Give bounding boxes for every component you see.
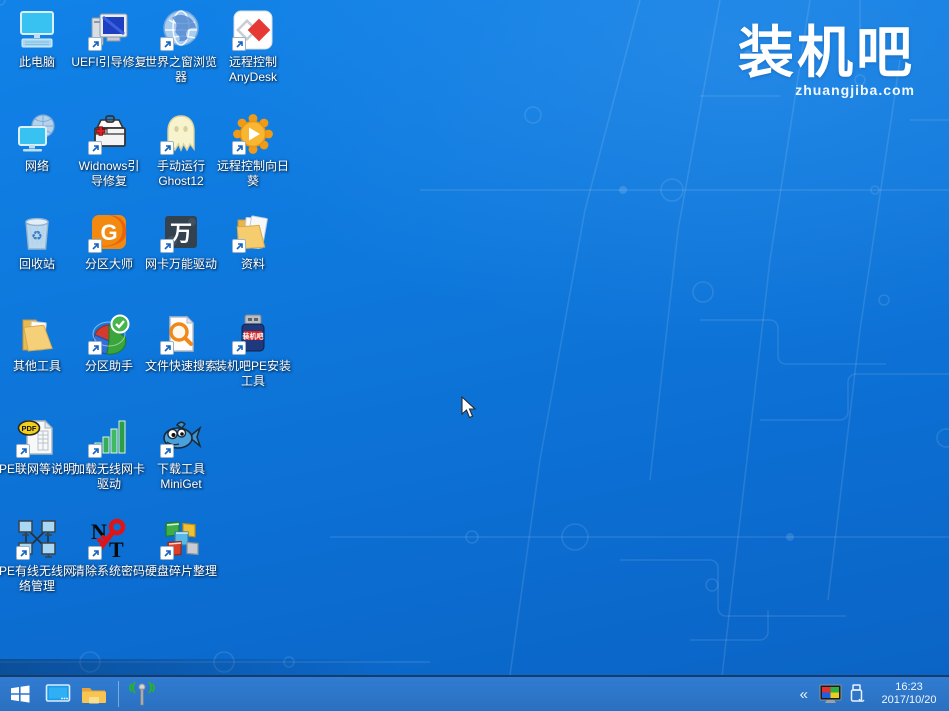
taskbar-explorer-button[interactable] xyxy=(76,677,112,711)
taskbar-display-button[interactable] xyxy=(40,677,76,711)
tray-usb-eject[interactable] xyxy=(845,677,869,711)
wan-driver-icon: 万 xyxy=(159,210,203,254)
desktop-icon-network[interactable]: 网络 xyxy=(1,112,73,174)
ghost-icon xyxy=(159,112,203,156)
taskbar-wireless-tool-button[interactable] xyxy=(123,677,161,711)
shortcut-arrow-icon xyxy=(88,37,102,51)
fish-icon xyxy=(159,415,203,459)
svg-text:PDF: PDF xyxy=(22,424,37,433)
svg-text:♻: ♻ xyxy=(31,228,43,243)
shortcut-arrow-icon xyxy=(16,444,30,458)
color-monitor-icon xyxy=(819,684,842,705)
desktop-icon-ghost12[interactable]: 手动运行 Ghost12 xyxy=(145,112,217,189)
desktop-icon-zhuangjiba-pe-installer[interactable]: 装机吧 装机吧PE安装 工具 xyxy=(217,312,289,389)
icon-label: 资料 xyxy=(208,257,298,272)
desktop-icon-partition-master[interactable]: G 分区大师 xyxy=(73,210,145,272)
desktop-icon-uefi-boot-repair[interactable]: UEFI引导修复 xyxy=(73,8,145,70)
desktop-icon-pe-network-manager[interactable]: PE有线无线网 络管理 xyxy=(1,517,73,594)
signal-bars-icon xyxy=(87,415,131,459)
globe-browser-icon xyxy=(159,8,203,52)
shortcut-arrow-icon xyxy=(160,239,174,253)
icon-label: 下载工具 MiniGet xyxy=(136,462,226,492)
icon-label: 远程控制 AnyDesk xyxy=(208,55,298,85)
shortcut-arrow-icon xyxy=(160,37,174,51)
desktop-icon-anydesk-remote[interactable]: 远程控制 AnyDesk xyxy=(217,8,289,85)
toolbox-icon xyxy=(87,112,131,156)
file-search-icon xyxy=(159,312,203,356)
desktop-icon-miniget[interactable]: 下载工具 MiniGet xyxy=(145,415,217,492)
desktop-icon-sunflower-remote[interactable]: 远程控制向日 葵 xyxy=(217,112,289,189)
clock-date: 2017/10/20 xyxy=(877,694,941,707)
desktop-icon-nic-universal-driver[interactable]: 万 网卡万能驱动 xyxy=(145,210,217,272)
network-topology-icon xyxy=(15,517,59,561)
pdf-document-icon: PDF xyxy=(15,415,59,459)
desktop-icon-other-tools[interactable]: 其他工具 xyxy=(1,312,73,374)
tray-clock[interactable]: 16:23 2017/10/20 xyxy=(877,681,941,707)
taskbar-separator xyxy=(118,681,119,707)
brand-title: 装机吧 xyxy=(738,24,915,82)
brand-domain: zhuangjiba.com xyxy=(738,82,915,98)
desktop-icon-disk-defrag[interactable]: 硬盘碎片整理 xyxy=(145,517,217,579)
diskgenius-icon: G xyxy=(87,210,131,254)
desktop-icon-partition-assistant[interactable]: 分区助手 xyxy=(73,312,145,374)
desktop-icon-this-pc[interactable]: 此电脑 xyxy=(1,8,73,70)
network-icon xyxy=(15,112,59,156)
shortcut-arrow-icon xyxy=(88,546,102,560)
svg-text:T: T xyxy=(109,537,124,561)
desktop-icon-theworld-browser[interactable]: 世界之窗浏览 器 xyxy=(145,8,217,85)
shortcut-arrow-icon xyxy=(232,37,246,51)
windows-logo-icon xyxy=(8,682,32,706)
icon-label: 装机吧PE安装 工具 xyxy=(208,359,298,389)
antenna-icon xyxy=(127,680,157,708)
documents-folder-icon xyxy=(231,210,275,254)
tray-expand-button[interactable]: « xyxy=(793,687,815,702)
desktop-icon-file-quick-search[interactable]: 文件快速搜索 xyxy=(145,312,217,374)
shortcut-arrow-icon xyxy=(88,239,102,253)
shortcut-arrow-icon xyxy=(232,141,246,155)
shortcut-arrow-icon xyxy=(232,341,246,355)
shortcut-arrow-icon xyxy=(88,141,102,155)
shortcut-arrow-icon xyxy=(160,444,174,458)
desktop-icon-documents[interactable]: 资料 xyxy=(217,210,289,272)
shortcut-arrow-icon xyxy=(88,341,102,355)
shortcut-arrow-icon xyxy=(88,444,102,458)
shortcut-arrow-icon xyxy=(160,341,174,355)
usb-installer-icon: 装机吧 xyxy=(231,312,275,356)
display-monitor-icon xyxy=(45,683,71,705)
desktop-wallpaper: 装机吧 zhuangjiba.com 此电脑 xyxy=(0,0,949,711)
shortcut-arrow-icon xyxy=(232,239,246,253)
icon-label: 远程控制向日 葵 xyxy=(208,159,298,189)
recycle-bin-icon: ♻ xyxy=(15,210,59,254)
shortcut-arrow-icon xyxy=(160,546,174,560)
taskbar: « 16:23 2017/10/20 xyxy=(0,675,949,711)
start-button[interactable] xyxy=(0,677,40,711)
desktop-icon-clear-password[interactable]: N T 清除系统密码 xyxy=(73,517,145,579)
mouse-cursor xyxy=(460,396,477,425)
open-folder-icon xyxy=(15,312,59,356)
svg-text:G: G xyxy=(100,220,117,245)
desktop-icon-windows-boot-repair[interactable]: Widnows引 导修复 xyxy=(73,112,145,189)
tray-display-settings[interactable] xyxy=(815,677,845,711)
this-pc-icon xyxy=(15,8,59,52)
anydesk-icon xyxy=(231,8,275,52)
sunflower-icon xyxy=(231,112,275,156)
clock-time: 16:23 xyxy=(877,681,941,694)
desktop-icon-pe-network-guide[interactable]: PDF PE联网等说明 xyxy=(1,415,73,477)
desktop-icon-recycle-bin[interactable]: ♻ 回收站 xyxy=(1,210,73,272)
desktop-icon-wireless-driver-loader[interactable]: 加载无线网卡 驱动 xyxy=(73,415,145,492)
svg-text:装机吧: 装机吧 xyxy=(242,332,264,341)
shortcut-arrow-icon xyxy=(160,141,174,155)
nt-password-key-icon: N T xyxy=(87,517,131,561)
partition-pie-icon xyxy=(87,312,131,356)
usb-device-icon xyxy=(849,682,865,706)
defrag-cubes-icon xyxy=(159,517,203,561)
brand-logo: 装机吧 zhuangjiba.com xyxy=(738,24,915,98)
uefi-boot-repair-icon xyxy=(87,8,131,52)
icon-label: 硬盘碎片整理 xyxy=(136,564,226,579)
shortcut-arrow-icon xyxy=(16,546,30,560)
file-explorer-icon xyxy=(81,684,107,705)
